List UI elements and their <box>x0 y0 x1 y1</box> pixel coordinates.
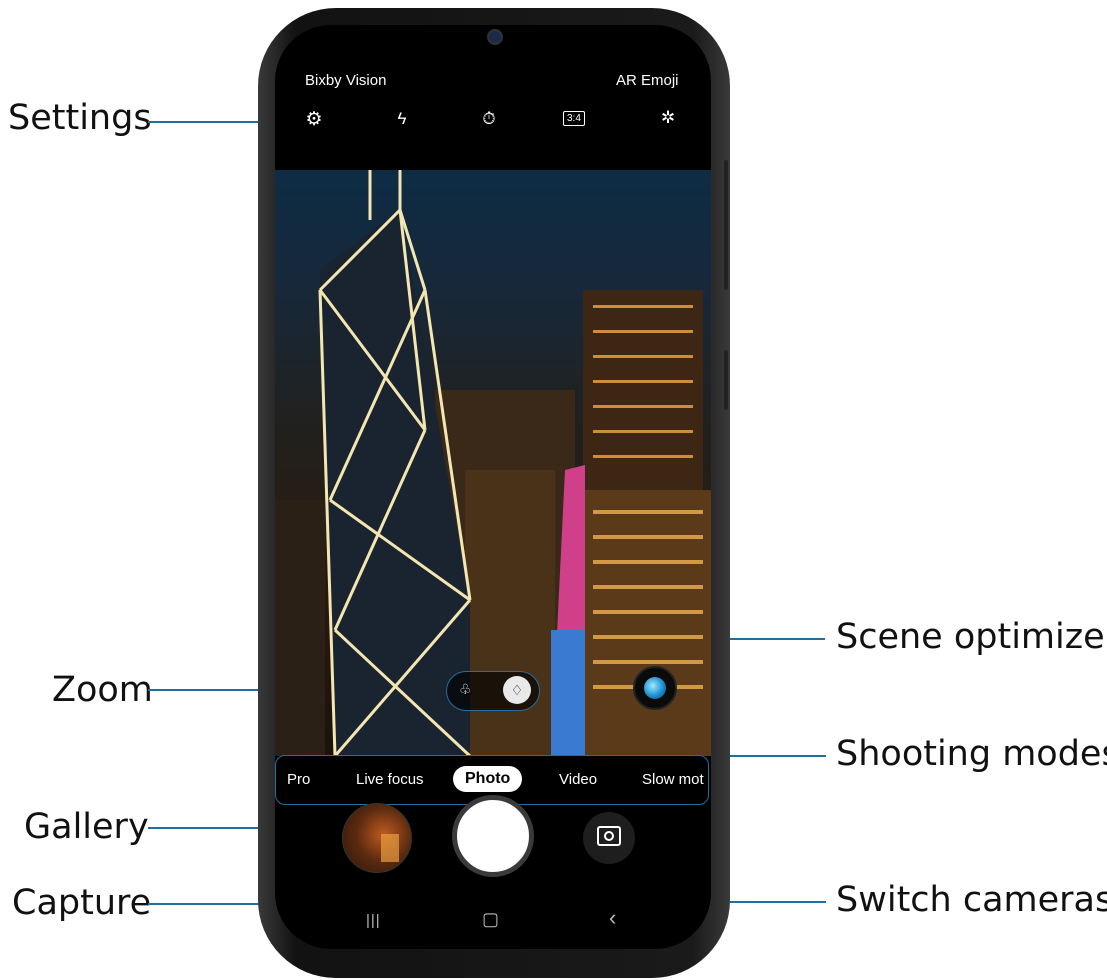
mode-pro[interactable]: Pro <box>287 771 310 788</box>
callout-gallery: Gallery <box>24 807 149 847</box>
callout-scene-optimizer: Scene optimizer <box>836 617 1107 657</box>
mode-slow-mo[interactable]: Slow mot <box>642 771 707 788</box>
zoom-wide-icon[interactable]: ♧ <box>459 681 472 698</box>
zoom-normal-icon[interactable]: ♢ <box>503 676 531 704</box>
camera-screen: Bixby Vision AR Emoji ⚙ ϟ ⏱ 3:4 ✲ ♧ ♢ Pr… <box>275 25 711 949</box>
settings-icon[interactable]: ⚙ <box>300 108 328 131</box>
filters-icon[interactable]: ✲ <box>654 108 682 128</box>
recents-nav-button[interactable]: ||| <box>366 912 381 929</box>
capture-button[interactable] <box>452 795 534 877</box>
callout-shooting-modes: Shooting modes <box>836 734 1107 774</box>
bixby-vision-button[interactable]: Bixby Vision <box>305 72 386 89</box>
callout-settings: Settings <box>8 98 152 138</box>
back-nav-button[interactable]: ‹ <box>609 905 616 931</box>
timer-off-icon[interactable]: ⏱ <box>475 109 503 129</box>
callout-capture: Capture <box>12 883 152 923</box>
flash-off-icon[interactable]: ϟ <box>388 109 416 129</box>
mode-live-focus[interactable]: Live focus <box>356 771 424 788</box>
gallery-thumbnail[interactable] <box>342 803 412 873</box>
mode-video[interactable]: Video <box>559 771 597 788</box>
zoom-control[interactable]: ♧ ♢ <box>446 671 540 711</box>
scene-optimizer-icon <box>644 677 666 699</box>
mode-photo[interactable]: Photo <box>453 766 523 792</box>
front-camera <box>471 25 515 53</box>
power-button <box>724 350 728 410</box>
callout-zoom: Zoom <box>52 670 153 710</box>
volume-button <box>724 160 728 290</box>
ar-emoji-button[interactable]: AR Emoji <box>616 72 679 89</box>
aspect-ratio-button[interactable]: 3:4 <box>563 111 585 126</box>
callout-switch-cameras: Switch cameras <box>836 880 1107 920</box>
scene-optimizer-button[interactable] <box>633 666 677 710</box>
switch-cameras-button[interactable] <box>583 812 635 864</box>
home-nav-button[interactable]: ▢ <box>482 909 499 930</box>
